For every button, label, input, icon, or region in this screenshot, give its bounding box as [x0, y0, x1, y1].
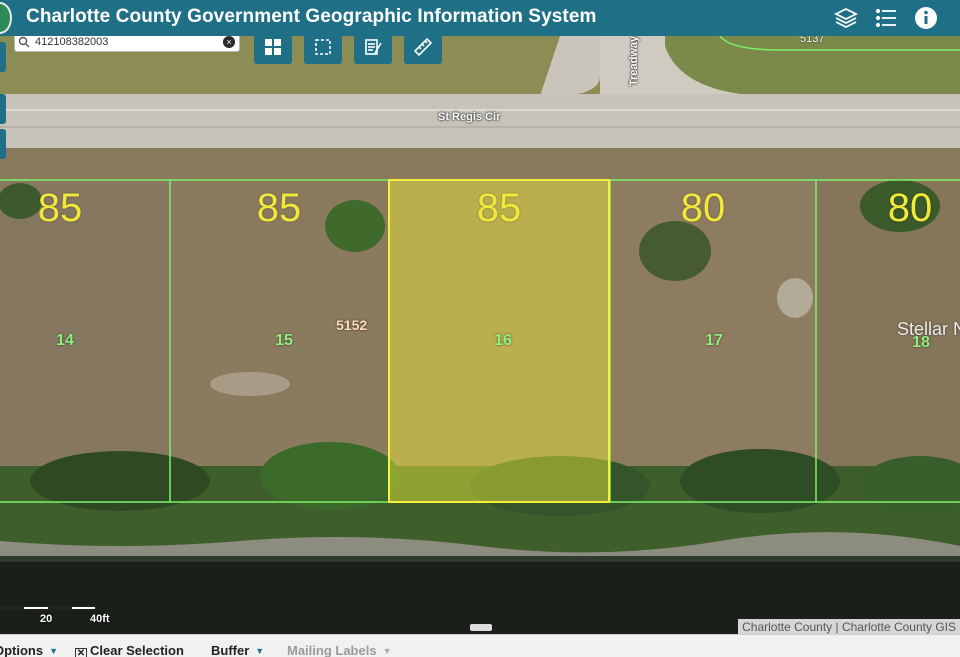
parcel-search-box[interactable]: × — [14, 36, 240, 52]
lot-number-label: 16 — [494, 332, 512, 349]
street-label: St Regis Cir — [438, 111, 501, 123]
side-panel-tab[interactable] — [0, 94, 6, 124]
panel-resize-handle[interactable] — [470, 624, 492, 631]
bottom-toolbar: Options ▼ ✕Clear Selection Buffer ▼ Mailin… — [0, 634, 960, 657]
info-icon — [915, 7, 937, 29]
chevron-down-icon: ▼ — [49, 646, 59, 656]
map-attribution: Charlotte County | Charlotte County GIS — [738, 619, 960, 634]
clear-selection-label: Clear Selection — [90, 643, 184, 657]
close-icon[interactable]: × — [223, 36, 235, 48]
scale-label: 20 — [40, 613, 53, 625]
search-input[interactable] — [35, 36, 215, 51]
legend-button[interactable] — [870, 2, 902, 34]
mailing-labels-label: Mailing Labels — [287, 643, 377, 657]
chevron-down-icon: ▼ — [382, 646, 392, 656]
frontage-label: 85 — [37, 186, 83, 230]
layers-icon — [834, 7, 858, 29]
options-label: Options — [0, 643, 44, 657]
lot-number-label: 17 — [705, 332, 723, 349]
street-label: Treadway B — [628, 36, 640, 86]
scale-label: 40ft — [90, 613, 110, 625]
chevron-down-icon: ▼ — [255, 646, 265, 656]
grid-tool-button[interactable] — [254, 36, 292, 64]
lot-number-label: 15 — [275, 332, 293, 349]
parcel-number-label: 5137 — [800, 36, 825, 45]
frontage-label: 85 — [476, 186, 522, 230]
app-title: Charlotte County Government Geographic I… — [26, 6, 597, 27]
grid-icon — [265, 39, 281, 55]
measure-ruler-icon — [413, 37, 433, 57]
scale-bar: 20 40ft — [0, 604, 120, 628]
legend-list-icon — [875, 8, 896, 28]
lot-number-label: 14 — [56, 332, 74, 349]
clear-x-icon: ✕ — [75, 648, 87, 657]
frontage-label: 85 — [256, 186, 302, 230]
frontage-label: 80 — [680, 186, 726, 230]
buffer-label: Buffer — [211, 643, 250, 657]
address-number-label: 5152 — [336, 317, 368, 333]
measure-tool-button[interactable] — [404, 36, 442, 64]
scale-segment — [48, 606, 72, 610]
map-view[interactable]: × 5137 St Regis Cir Treadway B 85 85 85 … — [0, 36, 960, 634]
frontage-label: 80 — [887, 186, 933, 230]
subdivision-label: Stellar N — [897, 319, 960, 339]
notes-tool-button[interactable] — [354, 36, 392, 64]
clear-selection-button[interactable]: ✕ Clear Selection — [75, 643, 184, 657]
app-header: Charlotte County Government Geographic I… — [0, 0, 960, 36]
mailing-labels-menu[interactable]: Mailing Labels ▼ — [287, 643, 392, 657]
options-menu[interactable]: Options ▼ — [0, 643, 58, 657]
search-icon — [18, 36, 30, 48]
info-button[interactable] — [910, 2, 942, 34]
edit-notes-icon — [365, 39, 382, 55]
scale-segment — [0, 606, 24, 610]
select-tool-button[interactable] — [304, 36, 342, 64]
buffer-menu[interactable]: Buffer ▼ — [211, 643, 264, 657]
side-panel-tab[interactable] — [0, 129, 6, 159]
select-box-icon — [315, 39, 331, 55]
layers-button[interactable] — [830, 2, 862, 34]
county-logo — [0, 2, 12, 34]
side-panel-tab[interactable] — [0, 42, 6, 72]
